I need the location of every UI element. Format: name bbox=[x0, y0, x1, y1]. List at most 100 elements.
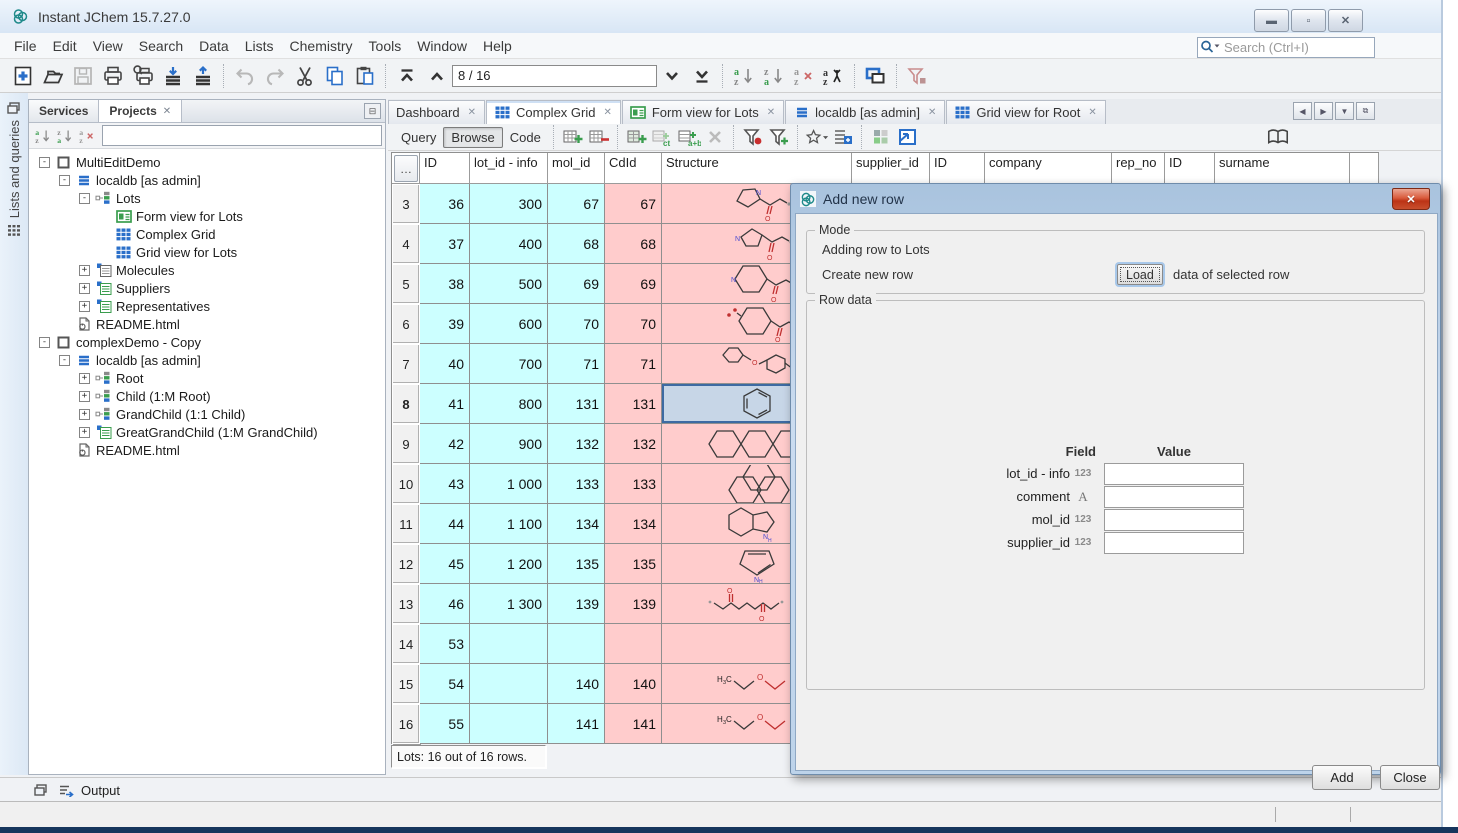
copy-button[interactable] bbox=[321, 62, 349, 90]
previous-row-button[interactable] bbox=[423, 62, 451, 90]
menu-search[interactable]: Search bbox=[131, 35, 191, 57]
tab-close-icon[interactable]: ✕ bbox=[1087, 106, 1097, 119]
grid-cell-id[interactable]: 45 bbox=[420, 544, 470, 584]
collapse-toggle-icon[interactable]: - bbox=[39, 337, 50, 348]
grid-cell-id[interactable]: 54 bbox=[420, 664, 470, 704]
new-button[interactable] bbox=[9, 62, 37, 90]
grid-cell-lot[interactable] bbox=[470, 664, 548, 704]
dialog-close-icon[interactable]: ✕ bbox=[1392, 188, 1430, 210]
scroll-tabs-right-button[interactable]: ▶ bbox=[1314, 102, 1333, 120]
search-input[interactable] bbox=[1222, 39, 1402, 56]
expand-toggle-icon[interactable]: + bbox=[79, 409, 90, 420]
tree-node[interactable]: +GreatGrandChild (1:M GrandChild) bbox=[33, 423, 385, 441]
grid-cell-mol[interactable]: 141 bbox=[548, 704, 605, 744]
restore-button[interactable]: ▫ bbox=[1291, 9, 1326, 32]
tab-list-dropdown-button[interactable]: ▼ bbox=[1335, 102, 1354, 120]
tree-node[interactable]: README.html bbox=[33, 441, 385, 459]
collapse-toggle-icon[interactable]: - bbox=[59, 355, 70, 366]
column-header-surname[interactable]: surname bbox=[1215, 153, 1350, 184]
grid-cell-id[interactable]: 41 bbox=[420, 384, 470, 424]
print-button[interactable] bbox=[99, 62, 127, 90]
grid-cell-rowhead[interactable]: 11 bbox=[392, 504, 420, 544]
grid-cell-id[interactable]: 46 bbox=[420, 584, 470, 624]
grid-cell-cdid[interactable]: 141 bbox=[605, 704, 662, 744]
tree-node[interactable]: -localdb [as admin] bbox=[33, 351, 385, 369]
grid-cell-rowhead[interactable]: 3 bbox=[392, 184, 420, 224]
close-button[interactable]: ✕ bbox=[1328, 9, 1363, 32]
grid-cell-cdid[interactable]: 133 bbox=[605, 464, 662, 504]
x-grey-button[interactable] bbox=[703, 126, 727, 148]
table-add2-button[interactable] bbox=[625, 126, 649, 148]
grid-cell-id[interactable]: 55 bbox=[420, 704, 470, 744]
grid-cell-mol[interactable]: 132 bbox=[548, 424, 605, 464]
next-row-button[interactable] bbox=[658, 62, 686, 90]
field-value-input[interactable] bbox=[1104, 509, 1244, 531]
column-header-mol[interactable]: mol_id bbox=[548, 153, 605, 184]
grid-cell-cdid[interactable]: 69 bbox=[605, 264, 662, 304]
collapse-toggle-icon[interactable]: - bbox=[39, 157, 50, 168]
grid-cell-id[interactable]: 37 bbox=[420, 224, 470, 264]
menu-view[interactable]: View bbox=[85, 35, 131, 57]
menu-file[interactable]: File bbox=[6, 35, 45, 57]
grid-cell-mol[interactable]: 135 bbox=[548, 544, 605, 584]
grid-cell-id[interactable]: 39 bbox=[420, 304, 470, 344]
table-ct-button[interactable]: ct bbox=[651, 126, 675, 148]
tree-node[interactable]: -MultiEditDemo bbox=[33, 153, 385, 171]
grid-cell-id[interactable]: 40 bbox=[420, 344, 470, 384]
menu-data[interactable]: Data bbox=[191, 35, 237, 57]
column-header-id[interactable]: ID bbox=[420, 153, 470, 184]
menu-lists[interactable]: Lists bbox=[237, 35, 282, 57]
add-button[interactable]: Add bbox=[1312, 765, 1372, 790]
view-mode-code[interactable]: Code bbox=[503, 128, 548, 147]
grid-cell-rowhead[interactable]: 16 bbox=[392, 704, 420, 744]
field-value-input[interactable] bbox=[1104, 532, 1244, 554]
column-header-id2[interactable]: ID bbox=[930, 153, 985, 184]
tree-node[interactable]: -complexDemo - Copy bbox=[33, 333, 385, 351]
print-preview-button[interactable] bbox=[129, 62, 157, 90]
grid-cell-mol[interactable]: 140 bbox=[548, 664, 605, 704]
menu-edit[interactable]: Edit bbox=[45, 35, 85, 57]
tab-close-icon[interactable]: ✕ bbox=[163, 106, 171, 117]
menu-chemistry[interactable]: Chemistry bbox=[282, 35, 361, 57]
grid-cell-mol[interactable]: 133 bbox=[548, 464, 605, 504]
grid-cell-lot[interactable] bbox=[470, 624, 548, 664]
funnel-green-button[interactable] bbox=[767, 126, 791, 148]
grid-cell-cdid[interactable] bbox=[605, 624, 662, 664]
table-remove-button[interactable] bbox=[587, 126, 611, 148]
tree-node[interactable]: Complex Grid bbox=[33, 225, 385, 243]
expand-toggle-icon[interactable]: + bbox=[79, 373, 90, 384]
scroll-tabs-left-button[interactable]: ◀ bbox=[1293, 102, 1312, 120]
grid-cell-lot[interactable] bbox=[470, 704, 548, 744]
field-value-input[interactable] bbox=[1104, 486, 1244, 508]
tree-node[interactable]: +GrandChild (1:1 Child) bbox=[33, 405, 385, 423]
grid-cell-mol[interactable]: 134 bbox=[548, 504, 605, 544]
grid-cell-rowhead[interactable]: 5 bbox=[392, 264, 420, 304]
panel-minimize-button[interactable]: ⊟ bbox=[364, 103, 381, 119]
grid-cell-mol[interactable]: 139 bbox=[548, 584, 605, 624]
column-header-structure[interactable]: Structure bbox=[662, 153, 852, 184]
field-value-input[interactable] bbox=[1104, 463, 1244, 485]
grid-cell-id[interactable]: 42 bbox=[420, 424, 470, 464]
tree-node[interactable]: +Root bbox=[33, 369, 385, 387]
minimize-button[interactable]: ▬ bbox=[1254, 9, 1289, 32]
grid-cell-id[interactable]: 53 bbox=[420, 624, 470, 664]
record-position-field[interactable] bbox=[452, 65, 657, 87]
redo-button[interactable] bbox=[261, 62, 289, 90]
doc-tab-localdb-as-admin-[interactable]: localdb [as admin]✕ bbox=[785, 100, 945, 124]
grid-cell-cdid[interactable]: 67 bbox=[605, 184, 662, 224]
grid-cell-lot[interactable]: 300 bbox=[470, 184, 548, 224]
grid-cell-lot[interactable]: 500 bbox=[470, 264, 548, 304]
dock-window-icon[interactable] bbox=[6, 101, 28, 118]
fields-button[interactable] bbox=[831, 126, 855, 148]
funnel-red-button[interactable] bbox=[741, 126, 765, 148]
grid-cell-mol[interactable]: 131 bbox=[548, 384, 605, 424]
tree-node[interactable]: +Representatives bbox=[33, 297, 385, 315]
grid-cell-lot[interactable]: 1 300 bbox=[470, 584, 548, 624]
grid-cell-mol[interactable]: 69 bbox=[548, 264, 605, 304]
expand-toggle-icon[interactable]: + bbox=[79, 427, 90, 438]
sort-asc-button[interactable]: az bbox=[730, 62, 758, 90]
doc-tab-grid-view-for-root[interactable]: Grid view for Root✕ bbox=[946, 100, 1105, 124]
windows-button[interactable] bbox=[862, 62, 890, 90]
maximize-view-button[interactable]: ⧉ bbox=[1356, 102, 1375, 120]
menu-window[interactable]: Window bbox=[409, 35, 475, 57]
